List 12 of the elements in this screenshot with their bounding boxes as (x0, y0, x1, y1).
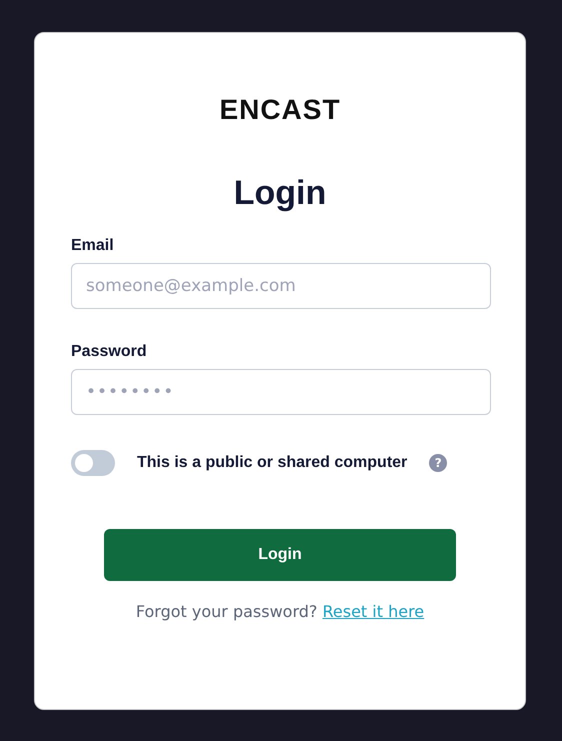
logo: ENCAST (219, 95, 341, 125)
password-field[interactable]: •••••••• (71, 369, 491, 415)
field-label: Email (71, 237, 114, 255)
email-field[interactable]: someone@example.com (71, 263, 491, 309)
login-button[interactable]: Login (104, 529, 456, 581)
reset-link[interactable]: Reset it here (322, 602, 424, 621)
help-icon[interactable]: ? (429, 454, 448, 472)
toggle-label: This is a public or shared computer (137, 454, 408, 472)
forgot-text: Forgot your password? (136, 602, 318, 621)
toggle-switch[interactable] (71, 450, 115, 476)
page-title: Login (232, 173, 328, 214)
field-label: Password (71, 343, 147, 361)
